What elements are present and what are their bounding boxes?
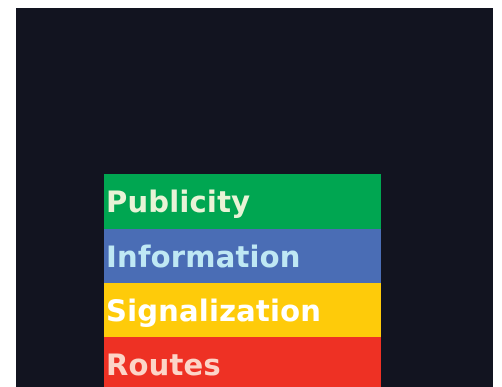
menu-item-signalization[interactable]: Signalization [104, 283, 381, 337]
menu-item-label: Routes [106, 348, 221, 382]
menu-item-routes[interactable]: Routes [104, 337, 381, 387]
menu-item-publicity[interactable]: Publicity [104, 174, 381, 229]
menu-item-information[interactable]: Information [104, 229, 381, 283]
menu-item-label: Signalization [106, 294, 322, 328]
app-canvas: Publicity Information Signalization Rout… [16, 8, 493, 387]
menu-item-label: Publicity [106, 185, 251, 219]
menu-item-label: Information [106, 240, 301, 274]
category-menu: Publicity Information Signalization Rout… [104, 174, 381, 387]
